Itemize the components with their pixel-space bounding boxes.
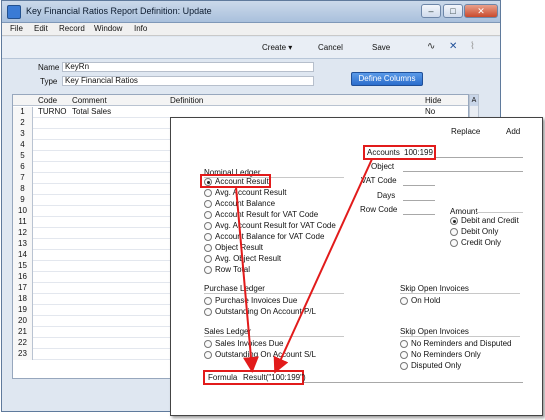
accounts-to-formula-arrow — [273, 158, 373, 374]
annotation-arrows — [235, 158, 373, 374]
result-to-formula-arrow — [235, 186, 259, 373]
